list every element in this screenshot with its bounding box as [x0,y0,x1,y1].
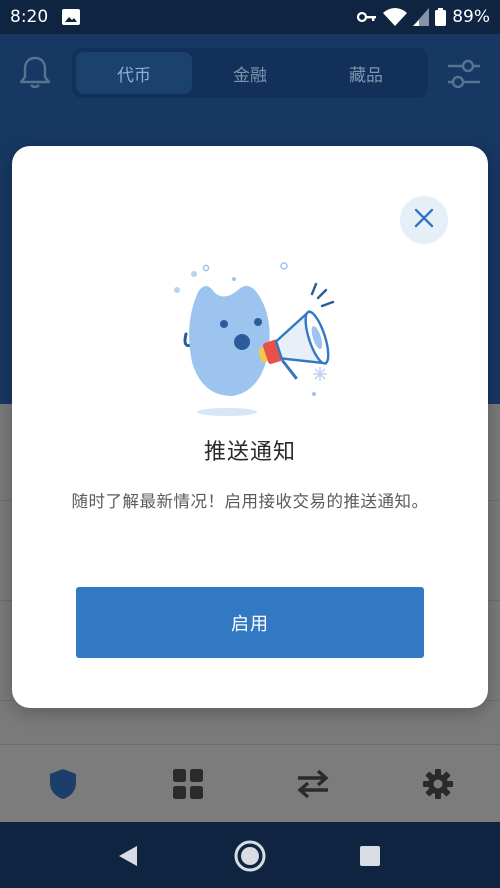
close-icon [414,208,434,232]
system-nav [0,822,500,888]
signal-icon [413,8,430,26]
dialog-title: 推送通知 [203,440,296,465]
status-icons: 89% [357,7,490,27]
back-icon[interactable] [106,834,150,878]
home-icon[interactable] [228,834,272,878]
enable-button[interactable]: 启用 [76,587,424,658]
recents-icon[interactable] [348,834,392,878]
battery-icon [435,8,447,26]
mascot-megaphone-illustration [162,262,342,422]
dialog-message: 随时了解最新情况！启用接收交易的推送通知。 [71,492,429,511]
battery-percent: 89% [452,7,490,27]
status-bar: 8:20 89% [0,0,500,34]
key-icon [357,11,377,23]
wifi-icon [383,8,408,26]
status-time: 8:20 [10,7,49,27]
push-notification-dialog: 推送通知 随时了解最新情况！启用接收交易的推送通知。 启用 [12,146,488,708]
image-icon [62,9,81,25]
close-button[interactable] [400,196,448,244]
